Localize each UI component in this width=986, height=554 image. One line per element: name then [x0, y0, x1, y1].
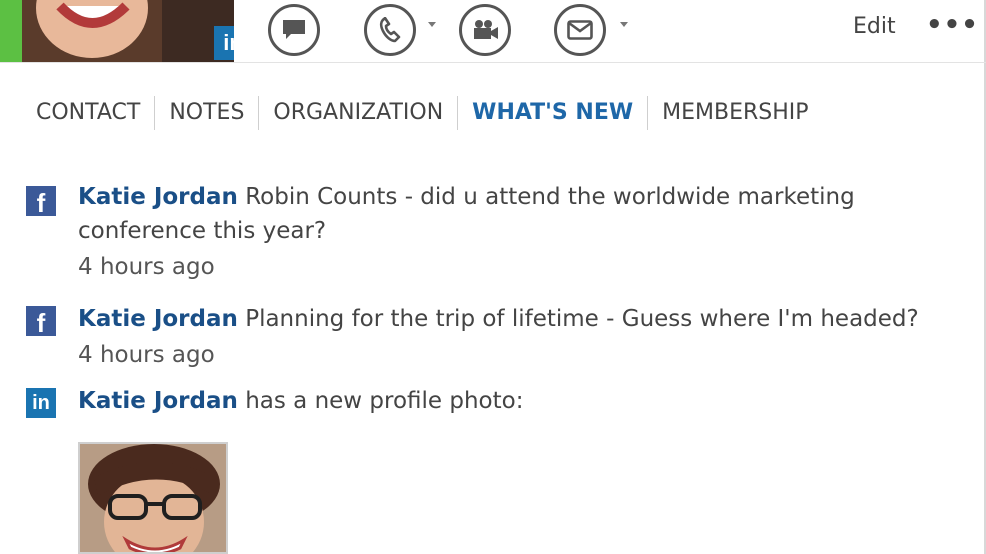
feed-item: f Katie Jordan Robin Counts - did u atte…: [26, 180, 926, 284]
feed-message: has a new profile photo:: [245, 388, 524, 414]
tab-whats-new[interactable]: WHAT'S NEW: [458, 96, 647, 130]
call-button[interactable]: [364, 4, 416, 56]
feed-item-text: Katie Jordan has a new profile photo:: [78, 384, 926, 418]
edit-link[interactable]: Edit: [853, 14, 896, 39]
tab-membership[interactable]: MEMBERSHIP: [648, 96, 822, 130]
feed-timestamp: 4 hours ago: [78, 342, 215, 368]
feed-item: f Katie Jordan Planning for the trip of …: [26, 302, 926, 372]
contact-avatar[interactable]: in: [22, 0, 234, 62]
tab-notes[interactable]: NOTES: [155, 96, 258, 130]
video-button[interactable]: [459, 4, 511, 56]
video-camera-icon: [474, 20, 498, 39]
feed-item: in Katie Jordan has a new profile photo:: [26, 384, 926, 418]
call-dropdown-arrow[interactable]: [428, 22, 436, 27]
presence-indicator: [0, 0, 22, 62]
feed-item-text: Katie Jordan Planning for the trip of li…: [78, 302, 926, 336]
more-options-button[interactable]: •••: [926, 10, 979, 40]
phone-icon: [379, 17, 401, 43]
email-dropdown-arrow[interactable]: [620, 22, 628, 27]
facebook-icon: f: [26, 306, 56, 338]
chat-bubble-icon: [283, 20, 305, 39]
im-button[interactable]: [268, 4, 320, 56]
contact-card-tabs: CONTACT NOTES ORGANIZATION WHAT'S NEW ME…: [36, 96, 823, 130]
feed-timestamp: 4 hours ago: [78, 254, 215, 280]
feed-author-link[interactable]: Katie Jordan: [78, 184, 238, 210]
whats-new-feed: f Katie Jordan Robin Counts - did u atte…: [26, 180, 926, 418]
feed-author-link[interactable]: Katie Jordan: [78, 306, 238, 332]
new-profile-photo[interactable]: [78, 442, 228, 554]
feed-item-text: Katie Jordan Robin Counts - did u attend…: [78, 180, 926, 248]
tab-contact[interactable]: CONTACT: [36, 96, 154, 130]
tab-organization[interactable]: ORGANIZATION: [259, 96, 457, 130]
feed-message: Planning for the trip of lifetime - Gues…: [245, 306, 919, 332]
feed-author-link[interactable]: Katie Jordan: [78, 388, 238, 414]
avatar-photo: [22, 0, 234, 62]
email-button[interactable]: [554, 4, 606, 56]
facebook-icon: f: [26, 186, 56, 218]
mail-icon: [567, 20, 593, 40]
profile-photo-image: [80, 444, 226, 552]
linkedin-icon: in: [26, 388, 56, 418]
header-divider: [0, 62, 986, 63]
linkedin-badge-icon: in: [214, 26, 234, 60]
